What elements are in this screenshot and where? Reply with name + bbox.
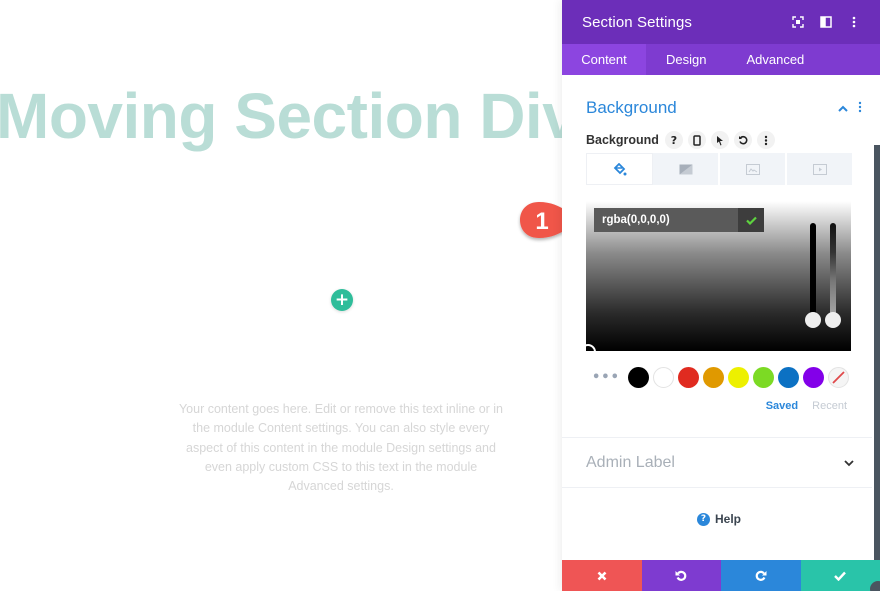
chevron-down-icon [844, 459, 854, 466]
add-module-button[interactable]: + [331, 289, 353, 311]
tab-color[interactable] [586, 153, 653, 185]
close-icon [597, 571, 607, 580]
section-settings-panel: Section Settings Content Design Advanced… [562, 0, 880, 591]
check-icon [834, 571, 847, 581]
more-vertical-icon[interactable] [858, 101, 862, 116]
tab-advanced[interactable]: Advanced [726, 44, 824, 75]
redo-icon [755, 570, 767, 581]
page-settings-badge[interactable] [870, 581, 880, 591]
swatch[interactable] [803, 366, 824, 388]
saved-colors-tab[interactable]: Saved [766, 400, 798, 412]
more-vertical-icon[interactable] [840, 12, 868, 32]
help-label: Help [715, 512, 742, 526]
color-swatches: ••• [592, 366, 853, 388]
save-button[interactable] [800, 560, 880, 591]
swatch[interactable] [753, 366, 774, 388]
background-type-tabs [586, 153, 852, 185]
swatch[interactable] [628, 366, 649, 388]
help-icon: ? [697, 512, 710, 526]
section-title: Background [586, 98, 677, 117]
background-section-toggle[interactable]: Background [586, 96, 862, 120]
color-picker-handle[interactable] [586, 344, 596, 351]
chevron-up-icon[interactable] [838, 101, 848, 115]
hue-slider-handle[interactable] [805, 312, 821, 328]
panel-footer [562, 560, 880, 591]
undo-icon [675, 570, 687, 581]
hero-title[interactable]: Moving Section Divi [0, 80, 595, 152]
video-icon [812, 163, 827, 175]
alpha-slider[interactable] [830, 223, 836, 319]
tab-content[interactable]: Content [562, 44, 646, 75]
cancel-button[interactable] [562, 560, 642, 591]
mobile-icon[interactable] [687, 131, 706, 149]
alpha-slider-handle[interactable] [825, 312, 841, 328]
split-view-icon[interactable] [812, 12, 840, 32]
background-field-label: Background [586, 133, 659, 147]
reset-icon[interactable] [733, 131, 752, 149]
color-value-input[interactable]: rgba(0,0,0,0) [594, 208, 738, 232]
body-text[interactable]: Your content goes here. Edit or remove t… [176, 400, 506, 496]
swatch[interactable] [653, 366, 674, 388]
admin-label-section-toggle[interactable]: Admin Label [586, 452, 854, 474]
tab-image[interactable] [720, 153, 787, 185]
recent-colors-tab[interactable]: Recent [812, 400, 847, 412]
help-icon[interactable]: ? [664, 131, 683, 149]
tab-design[interactable]: Design [646, 44, 726, 75]
swatch[interactable] [678, 366, 699, 388]
background-field-label-row: Background ? [586, 131, 780, 149]
gradient-icon [679, 164, 692, 174]
help-link[interactable]: ? Help [697, 512, 741, 526]
more-swatches-icon[interactable]: ••• [592, 370, 628, 385]
paint-bucket-icon [613, 162, 626, 175]
image-icon [745, 163, 760, 175]
swatch[interactable] [728, 366, 749, 388]
panel-header: Section Settings [562, 0, 880, 44]
undo-button[interactable] [641, 560, 721, 591]
hue-slider[interactable] [810, 223, 816, 319]
no-color-icon[interactable] [828, 366, 849, 388]
divider [562, 437, 872, 438]
more-vertical-icon[interactable] [756, 131, 775, 149]
swatch-source-tabs: Saved Recent [766, 400, 847, 412]
redo-button[interactable] [721, 560, 801, 591]
admin-label-title: Admin Label [586, 454, 675, 471]
color-picker-area[interactable]: rgba(0,0,0,0) [586, 201, 851, 351]
focus-icon[interactable] [784, 12, 812, 32]
callout-number: 1 [535, 208, 548, 235]
plus-icon: + [334, 289, 350, 310]
settings-tabs: Content Design Advanced [562, 44, 880, 75]
page-canvas: Moving Section Divi + Your content goes … [0, 0, 595, 591]
confirm-color-button[interactable] [738, 208, 764, 232]
tab-gradient[interactable] [653, 153, 720, 185]
swatch[interactable] [703, 366, 724, 388]
panel-scrollbar[interactable] [874, 145, 880, 560]
hover-pointer-icon[interactable] [710, 131, 729, 149]
swatch[interactable] [778, 366, 799, 388]
panel-title: Section Settings [582, 13, 692, 31]
check-icon [745, 216, 757, 225]
tab-video[interactable] [787, 153, 852, 185]
divider [562, 487, 872, 488]
